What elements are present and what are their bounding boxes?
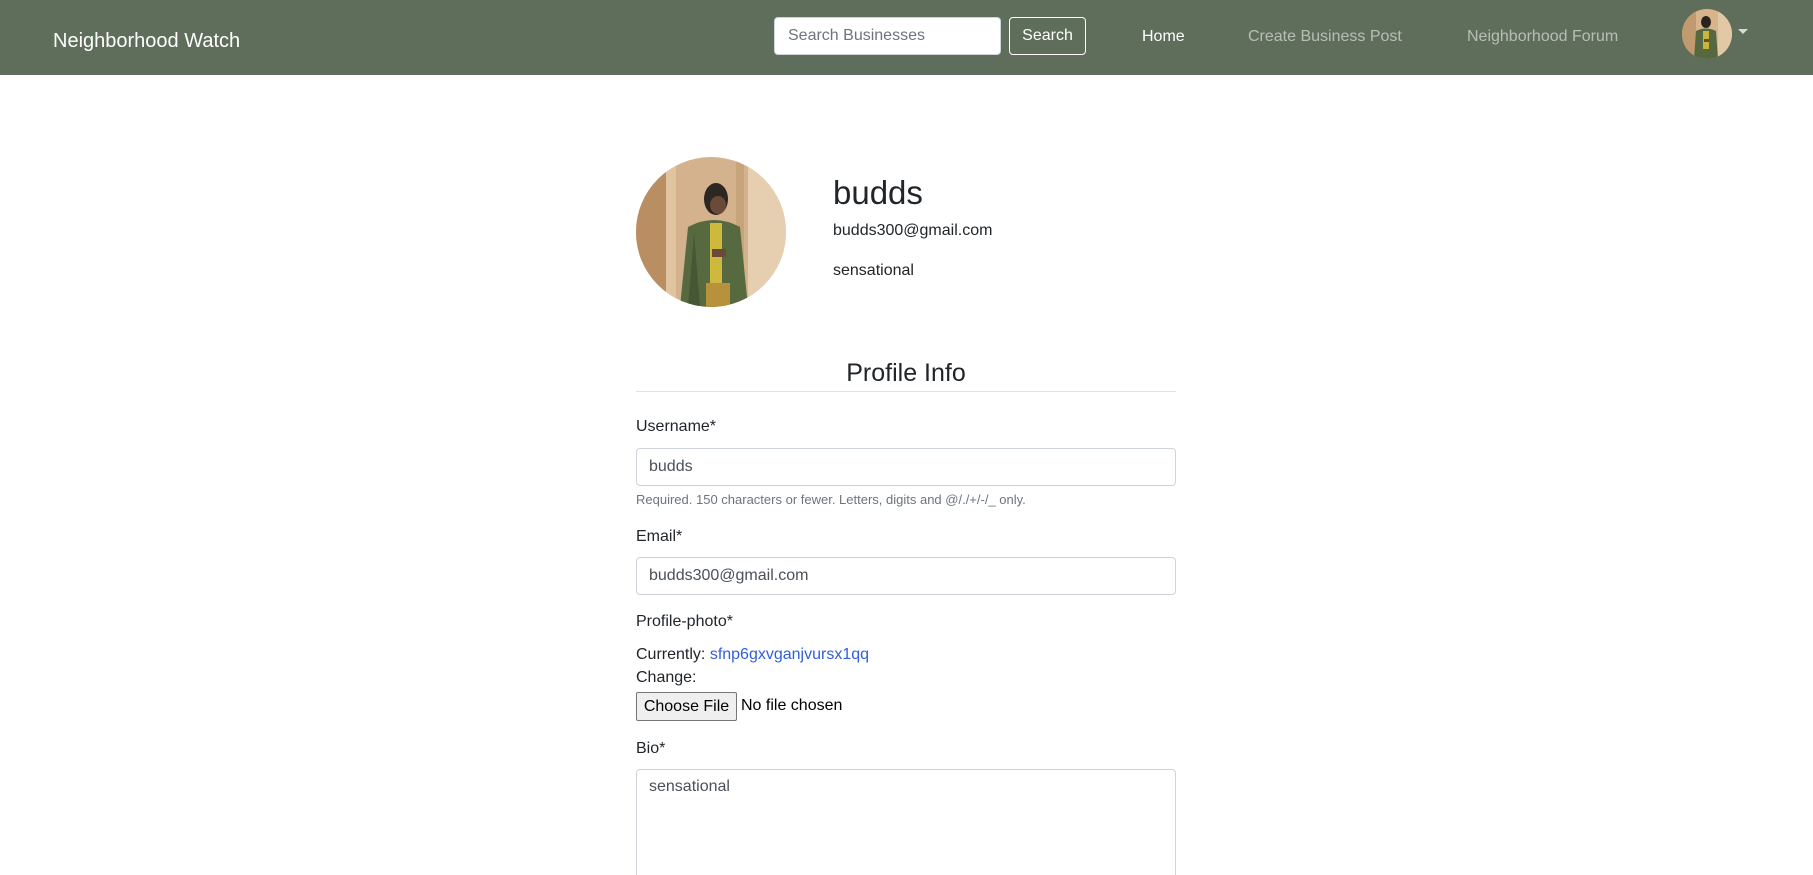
profile-email: budds300@gmail.com — [833, 222, 993, 239]
section-title: Profile Info — [846, 359, 966, 387]
email-field[interactable] — [636, 557, 1176, 595]
avatar-photo-icon — [636, 157, 786, 307]
change-label: Change: — [636, 669, 697, 686]
bio-label: Bio* — [636, 740, 666, 757]
profile-avatar — [636, 157, 786, 307]
username-help-text: Required. 150 characters or fewer. Lette… — [636, 492, 1026, 507]
nav-link-home[interactable]: Home — [1142, 27, 1185, 47]
search-input[interactable] — [774, 17, 1001, 55]
currently-label: Currently: — [636, 646, 706, 663]
divider — [636, 391, 1176, 392]
no-file-text: No file chosen — [741, 697, 843, 714]
profile-bio: sensational — [833, 262, 914, 279]
brand-link[interactable]: Neighborhood Watch — [53, 29, 240, 53]
search-button[interactable]: Search — [1009, 17, 1086, 55]
navbar: Neighborhood Watch Search Home Create Bu… — [0, 0, 1813, 75]
choose-file-button[interactable]: Choose File — [636, 692, 737, 721]
email-label: Email* — [636, 528, 683, 545]
user-menu-avatar[interactable] — [1682, 9, 1732, 59]
chevron-down-icon[interactable] — [1738, 29, 1748, 34]
profile-photo-label: Profile-photo* — [636, 613, 733, 630]
current-photo-link[interactable]: sfnp6gxvganjvursx1qq — [710, 646, 869, 663]
username-field[interactable] — [636, 448, 1176, 486]
nav-link-neighborhood-forum[interactable]: Neighborhood Forum — [1467, 27, 1618, 47]
nav-link-create-business-post[interactable]: Create Business Post — [1248, 27, 1402, 47]
username-label: Username* — [636, 418, 717, 435]
profile-username: budds — [833, 174, 923, 211]
current-photo-row: Currently: sfnp6gxvganjvursx1qq — [636, 645, 869, 665]
bio-textarea[interactable]: sensational — [636, 769, 1176, 875]
avatar-photo-icon — [1682, 9, 1732, 59]
